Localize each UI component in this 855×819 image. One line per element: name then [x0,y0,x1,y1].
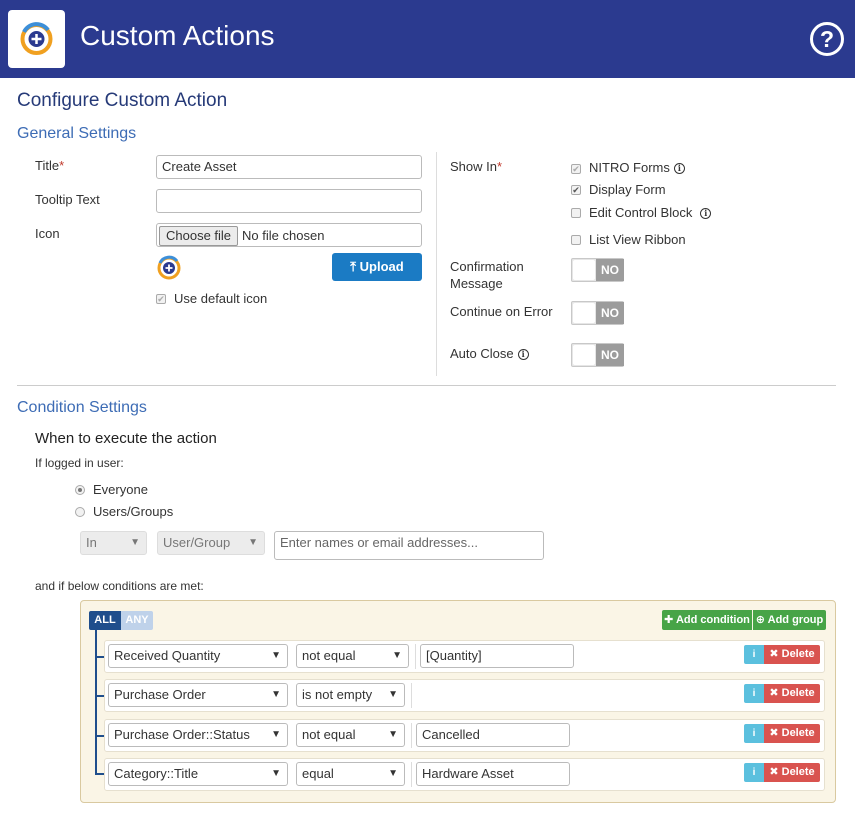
operator-select[interactable]: is not empty ▼ [296,683,405,707]
field-select[interactable]: Purchase Order ▼ [108,683,288,707]
section-divider [17,385,836,386]
add-condition-button[interactable]: ✚ Add condition [662,610,752,630]
info-icon[interactable]: i [744,645,764,664]
field-select[interactable]: Category::Title ▼ [108,762,288,786]
confirmation-message-label: Confirmation Message [450,259,524,291]
chevron-down-icon: ▼ [130,537,140,548]
chevron-down-icon: ▼ [388,689,398,700]
info-icon[interactable]: i [744,684,764,703]
when-to-execute-heading: When to execute the action [35,430,217,447]
display-form-checkbox[interactable]: ✔ [571,185,581,195]
upload-icon: ⤒ [350,259,357,274]
icon-label: Icon [35,226,60,241]
plus-circle-icon: ⊕ [755,614,765,626]
operator-select[interactable]: equal ▼ [296,762,405,786]
page-title: Configure Custom Action [17,90,228,111]
chevron-down-icon: ▼ [392,650,402,661]
users-groups-label: Users/Groups [93,504,174,519]
delete-button[interactable]: ✖ Delete [764,763,820,782]
operator-select[interactable]: not equal ▼ [296,723,405,747]
use-default-icon-label: Use default icon [174,291,268,306]
chevron-down-icon: ▼ [271,729,281,740]
separator [411,723,412,748]
value-input[interactable]: [Quantity] [420,644,574,668]
chevron-down-icon: ▼ [388,768,398,779]
user-group-select[interactable]: User/Group ▼ [157,531,265,555]
use-default-icon-checkbox[interactable]: ✔ [156,294,166,304]
app-logo [8,10,65,68]
tree-line [95,630,97,775]
show-in-label: Show In* [450,159,503,174]
tooltip-input[interactable] [156,189,422,213]
edit-control-block-label: Edit Control Block i [589,205,712,220]
delete-button[interactable]: ✖ Delete [764,724,820,743]
separator [415,644,416,669]
all-toggle[interactable]: ALL [89,611,121,630]
general-settings-heading: General Settings [17,125,137,142]
field-select[interactable]: Received Quantity ▼ [108,644,288,668]
operator-select[interactable]: not equal ▼ [296,644,409,668]
logged-in-label: If logged in user: [35,456,124,470]
in-select[interactable]: In ▼ [80,531,147,555]
continue-on-error-label: Continue on Error [450,304,553,319]
value-input[interactable]: Hardware Asset [416,762,570,786]
edit-control-block-checkbox[interactable] [571,208,581,218]
below-conditions-label: and if below conditions are met: [35,579,204,593]
any-toggle[interactable]: ANY [121,611,153,630]
delete-button[interactable]: ✖ Delete [764,684,820,703]
icon-file-input[interactable]: Choose file No file chosen [156,223,422,247]
no-file-text: No file chosen [242,228,325,243]
value-input[interactable]: Cancelled [416,723,570,747]
chevron-down-icon: ▼ [248,537,258,548]
app-logo-icon [20,22,53,55]
chevron-down-icon: ▼ [271,689,281,700]
info-icon[interactable]: i [700,208,712,219]
title-label: Title* [35,158,65,173]
add-group-button[interactable]: ⊕ Add group [753,610,826,630]
continue-on-error-toggle[interactable]: NO [571,301,624,325]
info-icon[interactable]: i [673,163,685,174]
plus-icon: ✚ [664,614,674,626]
info-icon[interactable]: i [744,763,764,782]
info-icon[interactable]: i [744,724,764,743]
help-icon[interactable]: ? [810,22,844,56]
list-view-ribbon-checkbox[interactable] [571,235,581,245]
chevron-down-icon: ▼ [271,650,281,661]
default-icon-preview [157,255,181,280]
users-groups-radio[interactable] [75,507,85,517]
chevron-down-icon: ▼ [271,768,281,779]
everyone-radio[interactable] [75,485,85,495]
auto-close-label: Auto Close i [450,346,529,361]
list-view-ribbon-label: List View Ribbon [589,232,686,247]
everyone-label: Everyone [93,482,148,497]
column-divider [436,152,437,376]
separator [411,762,412,787]
auto-close-toggle[interactable]: NO [571,343,624,367]
names-input[interactable]: Enter names or email addresses... [274,531,544,560]
display-form-label: Display Form [589,182,666,197]
info-icon[interactable]: i [517,349,529,360]
confirmation-message-toggle[interactable]: NO [571,258,624,282]
title-input[interactable]: Create Asset [156,155,422,179]
separator [411,683,412,708]
tooltip-label: Tooltip Text [35,192,100,207]
choose-file-button[interactable]: Choose file [159,226,239,246]
delete-button[interactable]: ✖ Delete [764,645,820,664]
nitro-forms-label: NITRO Forms i [589,160,685,175]
upload-button[interactable]: ⤒ Upload [332,253,422,281]
condition-settings-heading: Condition Settings [17,399,147,416]
field-select[interactable]: Purchase Order::Status ▼ [108,723,288,747]
app-title: Custom Actions [80,20,275,51]
nitro-forms-checkbox[interactable]: ✔ [571,164,581,174]
chevron-down-icon: ▼ [388,729,398,740]
